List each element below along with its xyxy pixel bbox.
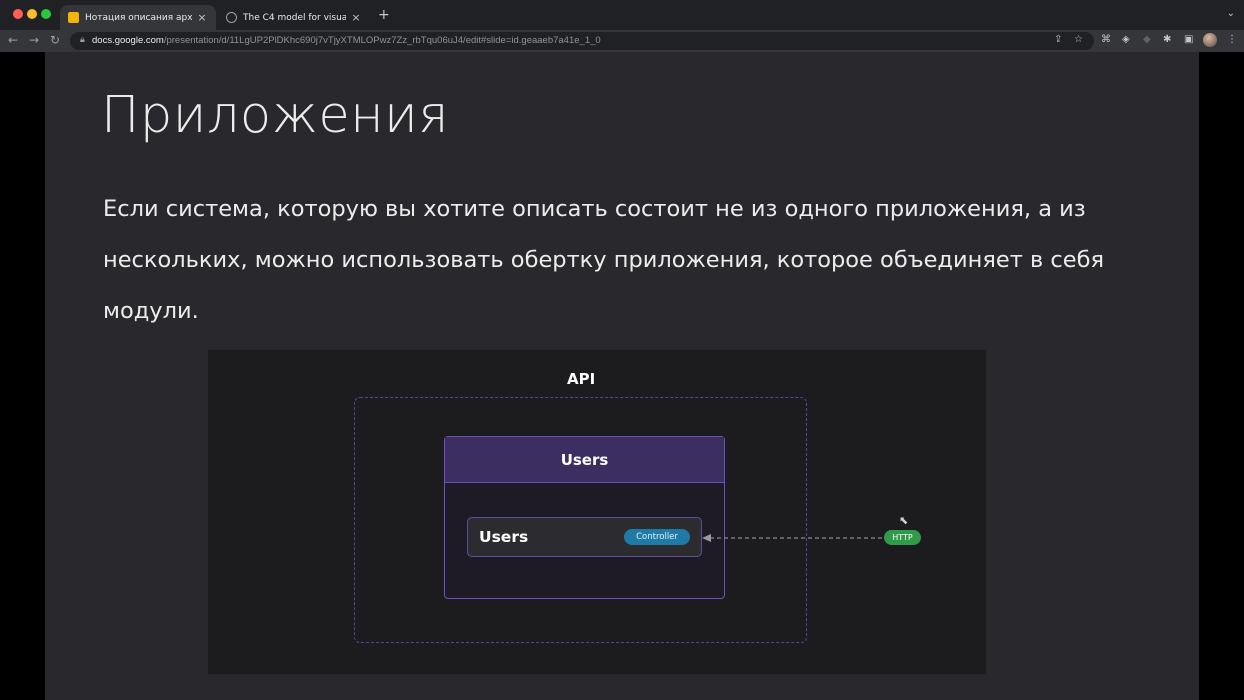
maximize-window-button[interactable] <box>41 9 51 19</box>
chevron-down-icon[interactable]: ⌄ <box>1227 8 1235 19</box>
avatar[interactable] <box>1203 33 1217 47</box>
lock-icon: 🔒︎ <box>80 35 85 45</box>
browser-tab-bar: Нотация описания архитекту × The C4 mode… <box>0 0 1244 30</box>
share-icon[interactable]: ⇪ <box>1054 34 1062 45</box>
tab-presentation[interactable]: Нотация описания архитекту × <box>60 5 216 30</box>
slide-title: Приложения <box>101 86 449 145</box>
close-icon[interactable]: × <box>350 11 362 24</box>
reload-icon[interactable]: ↻ <box>50 33 60 47</box>
url-text: docs.google.com/presentation/d/11LgUP2Pl… <box>92 35 601 46</box>
slides-icon <box>68 12 79 23</box>
back-icon[interactable]: ← <box>8 33 18 47</box>
minimize-window-button[interactable] <box>27 9 37 19</box>
close-window-button[interactable] <box>13 9 23 19</box>
translate-icon[interactable]: ⌘ <box>1101 34 1111 45</box>
relation-arrow <box>702 534 882 542</box>
arrowhead-icon <box>702 534 711 542</box>
extension-diamond-icon[interactable]: ◈ <box>1122 34 1130 45</box>
extension-icon[interactable]: ◆ <box>1143 34 1151 45</box>
mouse-cursor-icon: ⬉ <box>899 514 909 527</box>
side-panel-icon[interactable]: ▣ <box>1184 34 1193 45</box>
slide-body-text: Если система, которую вы хотите описать … <box>103 196 1104 324</box>
globe-icon <box>226 12 237 23</box>
close-icon[interactable]: × <box>196 11 208 24</box>
tab-c4-model[interactable]: The C4 model for visualising s × <box>218 5 370 30</box>
kebab-menu-icon[interactable]: ⋮ <box>1227 34 1237 45</box>
forward-icon[interactable]: → <box>29 33 39 47</box>
address-bar[interactable]: 🔒︎ docs.google.com/presentation/d/11LgUP… <box>70 32 1094 50</box>
http-badge: HTTP <box>884 530 921 545</box>
puzzle-icon[interactable]: ✱ <box>1163 34 1171 45</box>
new-tab-button[interactable]: + <box>378 7 390 23</box>
slide: Приложения Если система, которую вы хоти… <box>45 52 1199 700</box>
tab-title: The C4 model for visualising s <box>243 12 346 23</box>
tab-title: Нотация описания архитекту <box>85 12 192 23</box>
browser-toolbar: ← → ↻ 🔒︎ docs.google.com/presentation/d/… <box>0 30 1244 52</box>
architecture-diagram: API Users Users Controller HTTP ⬉ <box>208 350 986 674</box>
star-icon[interactable]: ☆ <box>1074 34 1083 45</box>
